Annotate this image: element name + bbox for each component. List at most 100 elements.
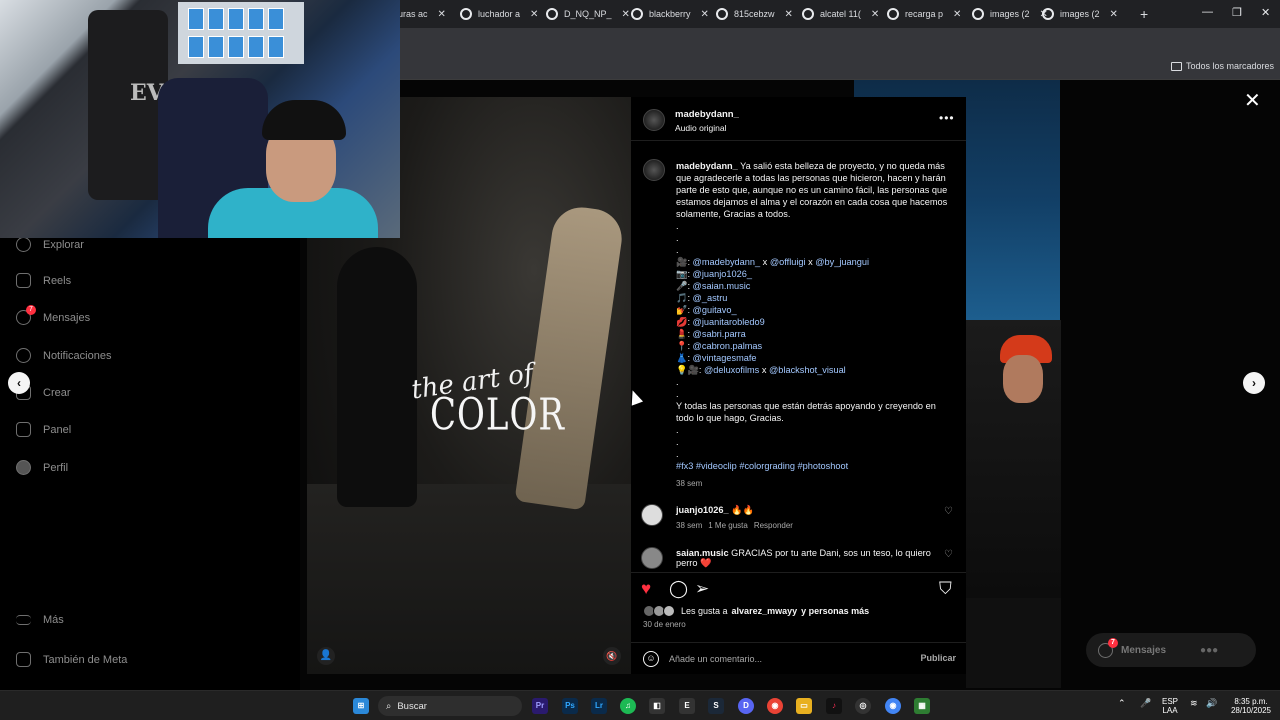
publish-button[interactable]: Publicar xyxy=(920,653,956,663)
like-heart-icon[interactable]: ♥ xyxy=(641,579,651,599)
mention-link[interactable]: @madebydann_ xyxy=(693,257,761,267)
windows-start-icon[interactable]: ⊞ xyxy=(353,698,369,714)
sidebar-item-messages[interactable]: 7 Mensajes xyxy=(16,305,90,325)
hashtags[interactable]: #fx3 #videoclip #colorgrading #photoshoo… xyxy=(676,460,954,472)
spotify-icon[interactable]: ♫ xyxy=(620,698,636,714)
premiere-icon[interactable]: Pr xyxy=(532,698,548,714)
browser-tab[interactable]: images (2 ✕ xyxy=(972,4,1048,24)
avatar[interactable] xyxy=(643,109,665,131)
tagged-user-icon[interactable]: 👤 xyxy=(317,647,335,665)
comment-input[interactable] xyxy=(669,651,899,667)
mention-link[interactable]: @cabron.palmas xyxy=(693,341,763,351)
likes-user[interactable]: alvarez_mwayy xyxy=(732,606,798,616)
messages-floating-button[interactable]: 7 Mensajes ●●● xyxy=(1086,633,1256,667)
volume-icon[interactable]: 🔊 xyxy=(1206,699,1217,708)
comment-username[interactable]: juanjo1026_ xyxy=(676,505,729,515)
mention-link[interactable]: @_astru xyxy=(693,293,728,303)
browser-tab[interactable]: images (2 ✕ xyxy=(1042,4,1118,24)
mute-icon[interactable]: 🔇 xyxy=(603,647,621,665)
microphone-icon[interactable]: 🎤 xyxy=(1140,699,1151,708)
mention-link[interactable]: @deluxofilms xyxy=(704,365,759,375)
browser-tab[interactable]: recarga p ✕ xyxy=(887,4,961,24)
close-icon[interactable]: ✕ xyxy=(701,9,709,20)
obs-icon[interactable]: ◎ xyxy=(855,698,871,714)
new-tab-button[interactable]: + xyxy=(1140,4,1148,24)
mention-link[interactable]: @blackshot_visual xyxy=(769,365,846,375)
credits-list: 🎥: @madebydann_ x @offluigi x @by_juangu… xyxy=(676,256,954,376)
mention-link[interactable]: @juanitarobledo9 xyxy=(693,317,765,327)
browser-tab[interactable]: alcatel 11(✕ xyxy=(802,4,879,24)
save-bookmark-icon[interactable]: ⛉ xyxy=(939,579,952,599)
mention-link[interactable]: @juanjo1026_ xyxy=(693,269,752,279)
wifi-icon[interactable]: ≋ xyxy=(1190,699,1198,708)
sidebar-item-panel[interactable]: Panel xyxy=(16,422,71,437)
comment-likes[interactable]: 1 Me gusta xyxy=(708,521,748,530)
close-window-icon[interactable]: ✕ xyxy=(1261,6,1270,19)
close-icon[interactable]: ✕ xyxy=(438,9,446,20)
share-icon[interactable]: ➢ xyxy=(695,579,709,599)
avatar[interactable] xyxy=(641,504,663,526)
minimize-icon[interactable]: — xyxy=(1202,6,1213,18)
mention-link[interactable]: @saian.music xyxy=(693,281,751,291)
app-icon[interactable]: ◧ xyxy=(649,698,665,714)
discord-icon[interactable]: D xyxy=(738,698,754,714)
chrome-active-icon[interactable]: ◉ xyxy=(885,698,901,714)
add-comment-bar: ☺ Publicar xyxy=(631,642,966,674)
clock[interactable]: 8:35 p.m. 28/10/2025 xyxy=(1226,697,1276,715)
close-icon[interactable]: ✕ xyxy=(530,9,538,20)
windows-taskbar: ⊞ ⌕ Buscar Pr Ps Lr ♫ ◧ E S D ◉ ▭ ♪ ◎ ◉ ▦… xyxy=(0,690,1280,720)
close-icon[interactable]: ✕ xyxy=(785,9,793,20)
browser-tab[interactable]: D_NQ_NP_ ✕ xyxy=(546,4,630,24)
tray-chevron-icon[interactable]: ⌃ xyxy=(1118,699,1126,708)
caption-username[interactable]: madebydann_ xyxy=(676,161,738,171)
mention-link[interactable]: @vintagesmafe xyxy=(693,353,757,363)
steam-icon[interactable]: S xyxy=(708,698,724,714)
avatar[interactable] xyxy=(641,547,663,569)
sidebar-item-profile[interactable]: Perfil xyxy=(16,460,68,475)
close-icon[interactable]: ✕ xyxy=(953,9,961,20)
mention-link[interactable]: @sabri.parra xyxy=(693,329,746,339)
tiktok-icon[interactable]: ♪ xyxy=(826,698,842,714)
previous-post-arrow-icon[interactable]: ‹ xyxy=(8,372,30,394)
close-icon[interactable]: ✕ xyxy=(622,9,630,20)
browser-tab[interactable]: uras ac ✕ xyxy=(398,4,446,24)
credit-separator: x xyxy=(759,365,769,375)
epic-games-icon[interactable]: E xyxy=(679,698,695,714)
chrome-icon[interactable]: ◉ xyxy=(767,698,783,714)
lightroom-icon[interactable]: Lr xyxy=(591,698,607,714)
sidebar-item-meta[interactable]: También de Meta xyxy=(16,652,127,667)
browser-tab[interactable]: luchador a ✕ xyxy=(460,4,538,24)
more-options-icon[interactable]: ••• xyxy=(939,111,955,125)
sidebar-item-more[interactable]: Más xyxy=(16,614,64,626)
reply-button[interactable]: Responder xyxy=(754,521,793,530)
heart-icon[interactable]: ♡ xyxy=(944,506,953,517)
sidebar-item-notifications[interactable]: Notificaciones xyxy=(16,348,111,363)
file-explorer-icon[interactable]: ▭ xyxy=(796,698,812,714)
mention-link[interactable]: @offluigi xyxy=(770,257,806,267)
minecraft-icon[interactable]: ▦ xyxy=(914,698,930,714)
comment-icon[interactable]: ◯ xyxy=(669,579,688,599)
sidebar-item-explore[interactable]: Explorar xyxy=(16,237,84,252)
likes-suffix[interactable]: y personas más xyxy=(801,606,869,616)
next-post-arrow-icon[interactable]: › xyxy=(1243,372,1265,394)
audio-label[interactable]: Audio original xyxy=(675,123,727,133)
emoji-icon[interactable]: ☺ xyxy=(643,651,659,667)
browser-tab[interactable]: 815cebzw ✕ xyxy=(716,4,793,24)
taskbar-search[interactable]: ⌕ Buscar xyxy=(378,696,522,716)
comment-username[interactable]: saian.music xyxy=(676,548,729,558)
mention-link[interactable]: @by_juangui xyxy=(815,257,869,267)
close-icon[interactable]: ✕ xyxy=(1244,88,1261,113)
post-username[interactable]: madebydann_ xyxy=(675,109,739,120)
likes-summary[interactable]: Les gusta a alvarez_mwayy y personas más xyxy=(643,605,869,617)
maximize-icon[interactable]: ❐ xyxy=(1232,6,1242,19)
heart-icon[interactable]: ♡ xyxy=(944,549,953,560)
close-icon[interactable]: ✕ xyxy=(1110,9,1118,20)
photoshop-icon[interactable]: Ps xyxy=(562,698,578,714)
avatar[interactable] xyxy=(643,159,665,181)
mention-link[interactable]: @guitavo_ xyxy=(693,305,737,315)
sidebar-item-reels[interactable]: Reels xyxy=(16,273,71,288)
close-icon[interactable]: ✕ xyxy=(871,9,879,20)
all-bookmarks-button[interactable]: Todos los marcadores xyxy=(1170,61,1274,71)
browser-tab[interactable]: blackberry ✕ xyxy=(631,4,709,24)
language-indicator[interactable]: ESP LAA xyxy=(1162,697,1178,715)
